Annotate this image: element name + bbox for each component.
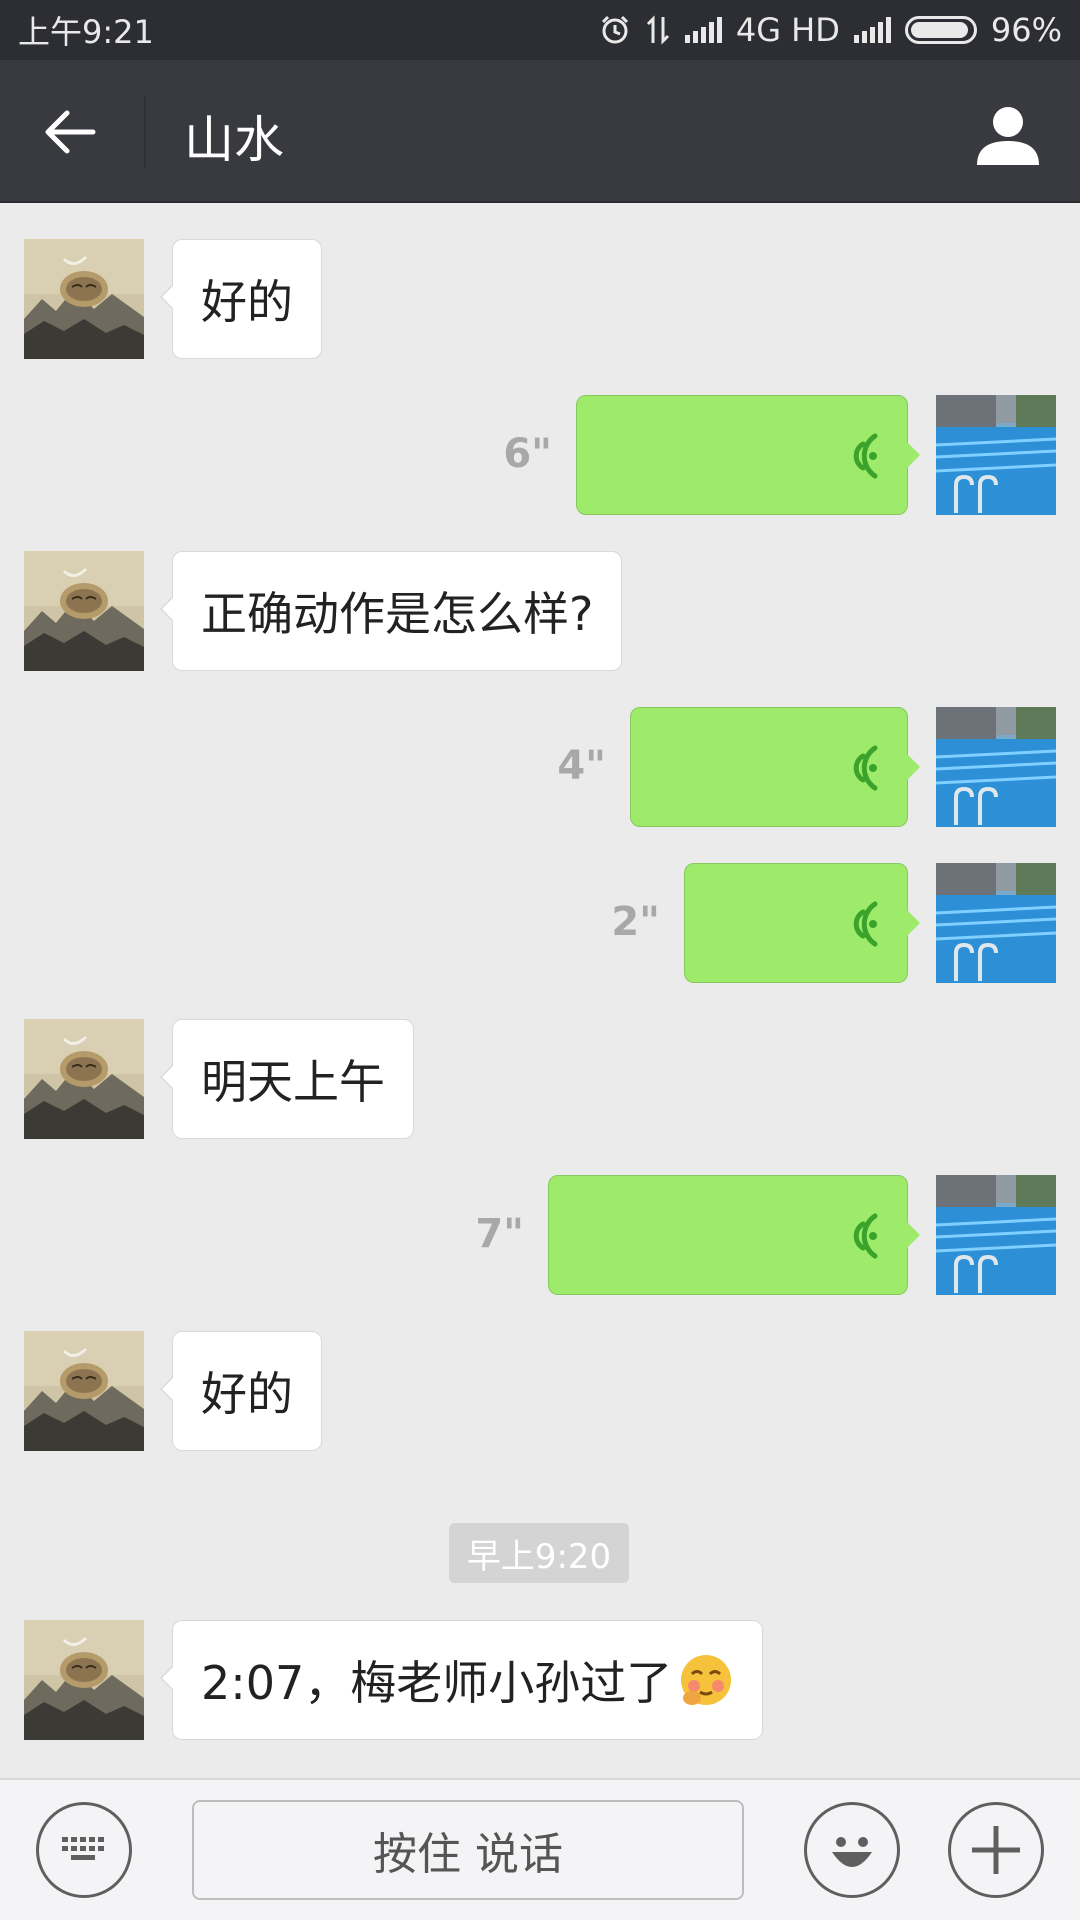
contact-avatar[interactable]	[24, 1620, 144, 1740]
chat-header: 山水	[0, 60, 1080, 203]
text-message-bubble[interactable]: 2:07，梅老师小孙过了	[159, 1620, 764, 1740]
hold-to-talk-button[interactable]: 按住 说话	[192, 1800, 744, 1900]
voice-message-bubble[interactable]	[548, 1175, 920, 1295]
voice-duration: 7"	[475, 1211, 524, 1257]
my-avatar[interactable]	[936, 395, 1056, 515]
text-message-bubble[interactable]: 好的	[160, 1331, 322, 1451]
chat-title: 山水	[184, 111, 284, 169]
message-text: 好的	[201, 1367, 293, 1421]
message-row: 2:07，梅老师小孙过了	[0, 1620, 1080, 1740]
message-row: 4"	[0, 707, 1080, 827]
message-text: 正确动作是怎么样?	[201, 587, 594, 641]
voice-wave-icon	[837, 430, 879, 482]
timestamp-badge: 早上9:20	[449, 1523, 629, 1583]
message-text: 2:07，梅老师小孙过了	[201, 1656, 673, 1710]
chat-info-button[interactable]	[972, 98, 1044, 170]
message-row: 6"	[0, 395, 1080, 515]
message-list[interactable]: 好的 6" 正确动作是怎么样? 4" 2" 明天上午 7" 好的 早上9:20 …	[0, 203, 1080, 1778]
text-message-bubble[interactable]: 好的	[160, 239, 322, 359]
alarm-icon	[601, 15, 628, 44]
message-row: 7"	[0, 1175, 1080, 1295]
message-row: 明天上午	[0, 1019, 1080, 1139]
battery-percent: 96%	[990, 11, 1062, 49]
voice-duration: 4"	[557, 743, 606, 789]
message-row: 2"	[0, 863, 1080, 983]
text-message-bubble[interactable]: 正确动作是怎么样?	[159, 551, 623, 671]
voice-wave-icon	[837, 742, 879, 794]
message-text: 好的	[201, 275, 293, 329]
my-avatar[interactable]	[936, 863, 1056, 983]
blushing-face-icon	[681, 1655, 732, 1705]
my-avatar[interactable]	[936, 1175, 1056, 1295]
signal-icon-2	[853, 17, 891, 43]
network-label: 4G HD	[735, 11, 840, 49]
message-row: 正确动作是怎么样?	[0, 551, 1080, 671]
status-icons: 4G HD 96%	[599, 11, 1062, 49]
contact-avatar[interactable]	[24, 239, 144, 359]
message-text: 明天上午	[201, 1055, 385, 1109]
back-button[interactable]	[40, 102, 100, 162]
voice-message-bubble[interactable]	[576, 395, 920, 515]
keyboard-icon	[62, 1837, 104, 1860]
data-transfer-icon	[646, 15, 669, 45]
status-time: 上午9:21	[18, 13, 154, 51]
voice-duration: 2"	[611, 899, 660, 945]
keyboard-toggle-button[interactable]	[36, 1802, 132, 1898]
voice-wave-icon	[837, 898, 879, 950]
message-row: 好的	[0, 1331, 1080, 1451]
text-message-bubble[interactable]: 明天上午	[160, 1019, 414, 1139]
signal-icon	[684, 17, 722, 43]
smiley-icon	[832, 1837, 872, 1867]
contact-avatar[interactable]	[24, 1019, 144, 1139]
plus-icon	[972, 1826, 1020, 1874]
message-row: 好的	[0, 239, 1080, 359]
arrow-left-icon	[45, 110, 96, 154]
contact-avatar[interactable]	[24, 1331, 144, 1451]
contact-avatar[interactable]	[24, 551, 144, 671]
voice-wave-icon	[837, 1210, 879, 1262]
more-options-button[interactable]	[948, 1802, 1044, 1898]
status-bar: 上午9:21 4G HD 96%	[0, 0, 1080, 60]
voice-message-bubble[interactable]	[630, 707, 920, 827]
voice-duration: 6"	[503, 431, 552, 477]
my-avatar[interactable]	[936, 707, 1056, 827]
header-divider	[144, 96, 146, 168]
emoji-button[interactable]	[804, 1802, 900, 1898]
battery-icon	[904, 16, 977, 44]
input-bar: 按住 说话	[0, 1778, 1080, 1920]
person-icon	[977, 107, 1039, 165]
voice-message-bubble[interactable]	[684, 863, 920, 983]
